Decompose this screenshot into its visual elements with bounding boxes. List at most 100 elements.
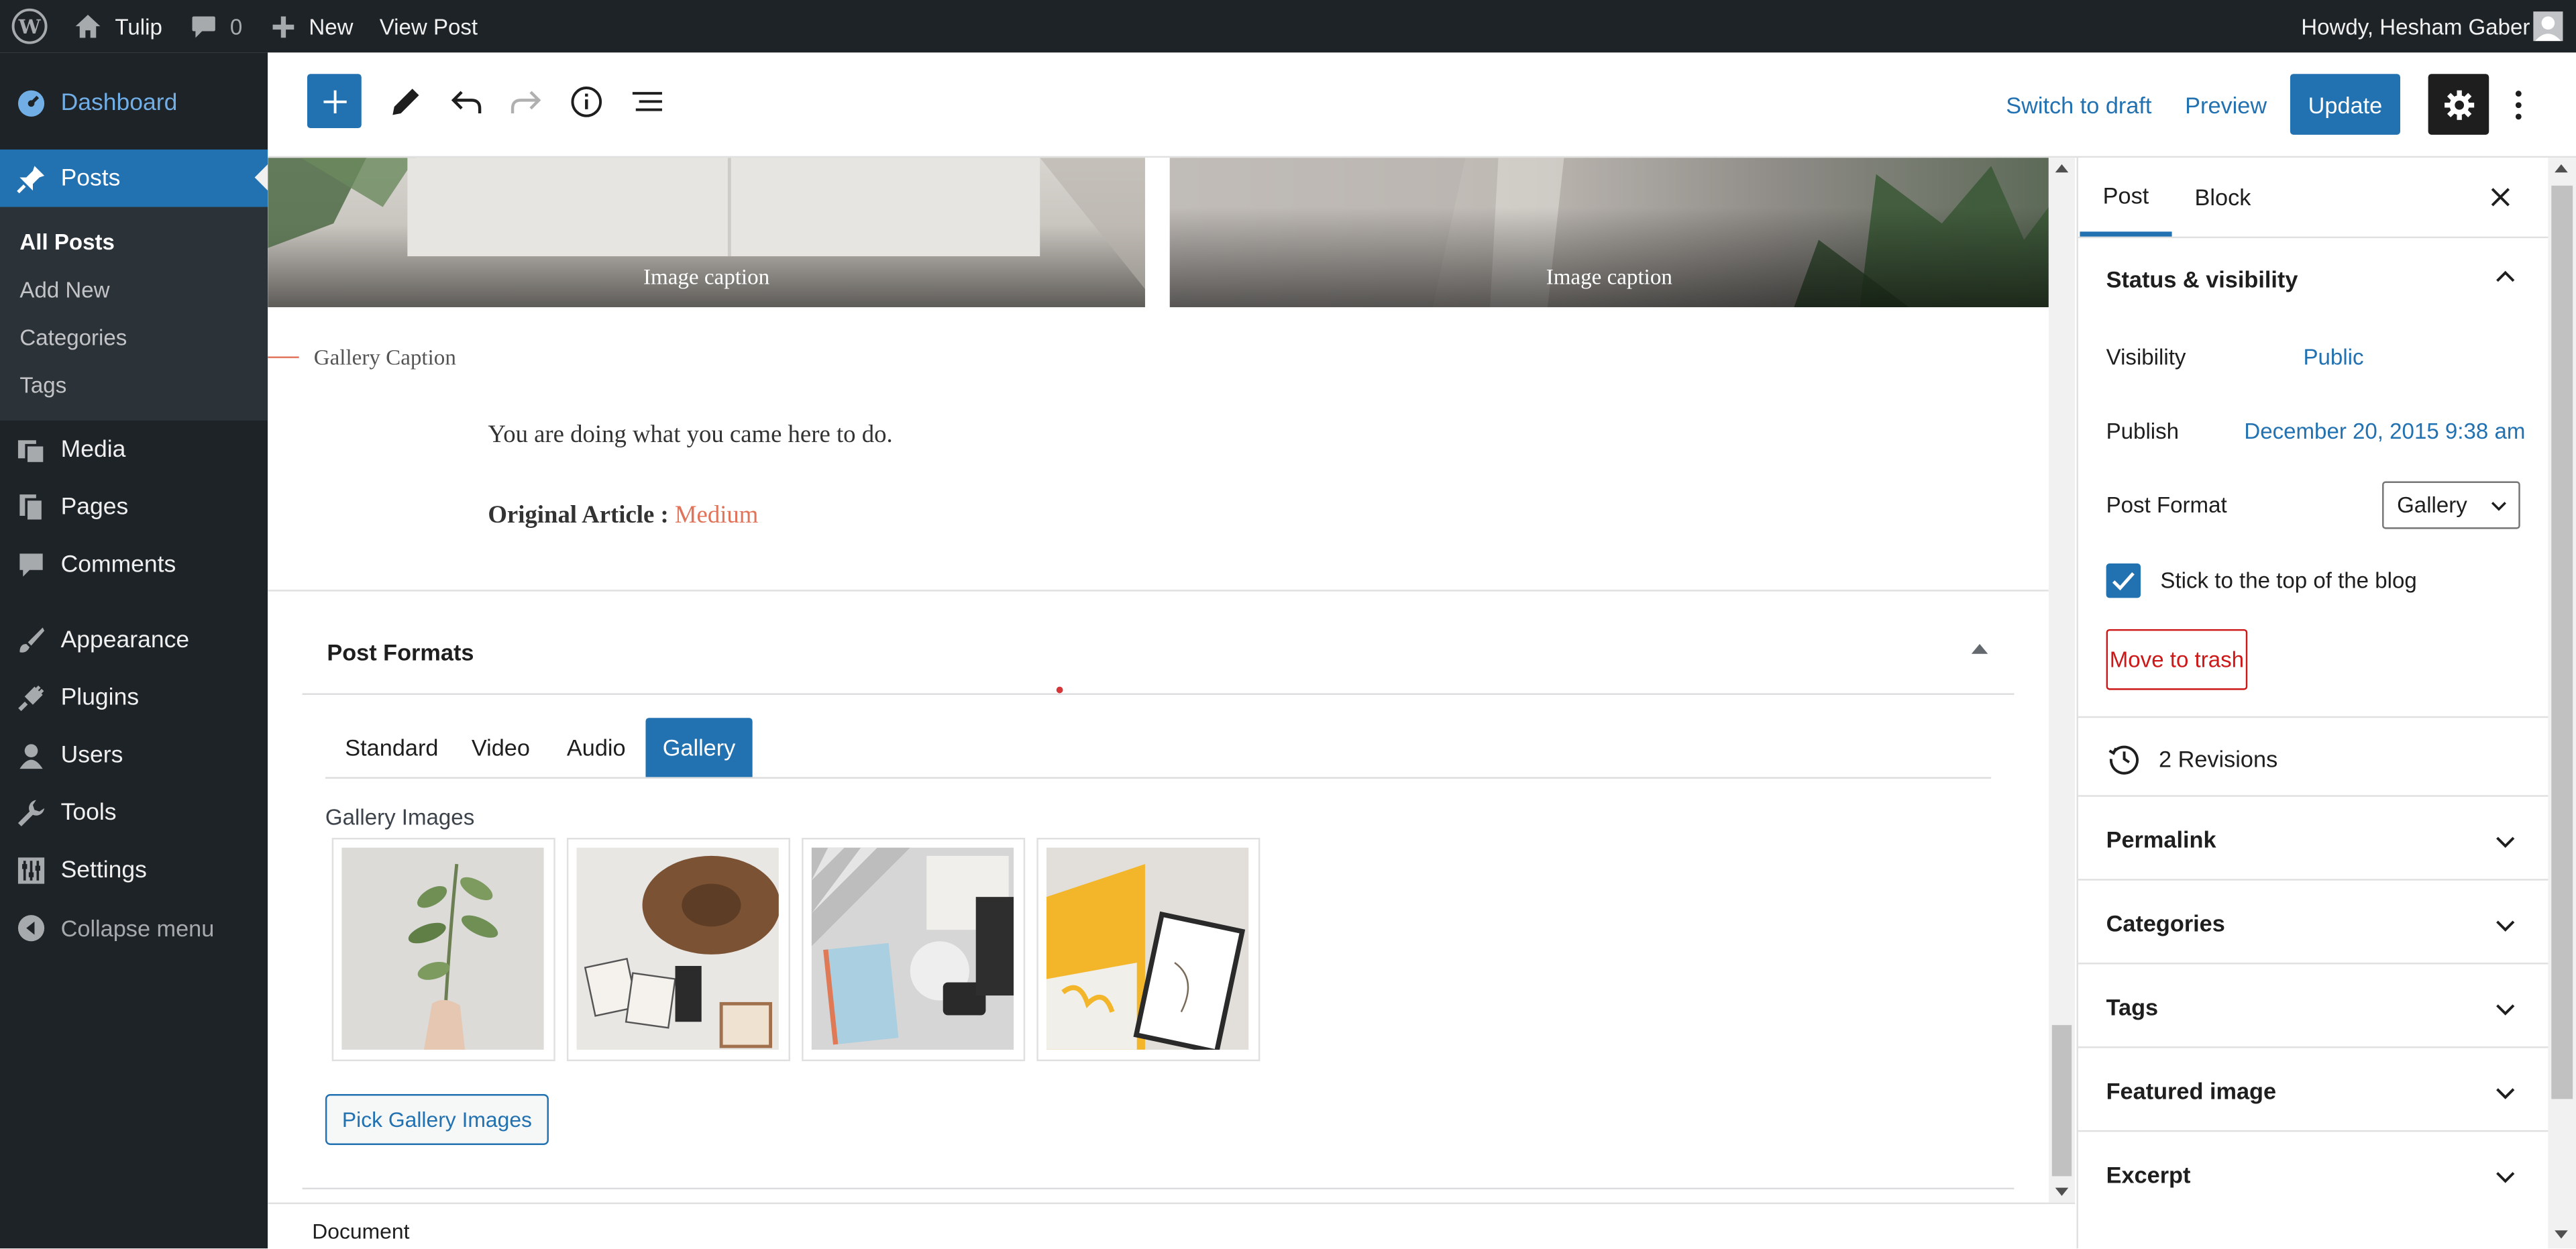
content-divider bbox=[268, 590, 2049, 592]
scroll-thumb[interactable] bbox=[2051, 1025, 2072, 1177]
wrench-icon bbox=[16, 798, 46, 828]
submenu-all-posts[interactable]: All Posts bbox=[19, 230, 114, 255]
new-content-link[interactable]: New bbox=[272, 0, 354, 52]
collapse-menu-button[interactable]: Collapse menu bbox=[0, 900, 268, 956]
publish-date[interactable]: December 20, 2015 9:38 am bbox=[2244, 419, 2525, 443]
post-format-select[interactable]: Gallery bbox=[2382, 481, 2520, 529]
more-options-button[interactable] bbox=[2502, 74, 2535, 135]
image-caption[interactable]: Image caption bbox=[268, 264, 1145, 290]
gallery-images-label: Gallery Images bbox=[325, 805, 475, 830]
settings-sidebar: Post Block Status & visibility Visibilit… bbox=[2076, 158, 2550, 1249]
format-tabs: Standard Video Audio Gallery bbox=[325, 718, 1992, 779]
block-breadcrumb-bar: Document bbox=[268, 1202, 2076, 1249]
metabox-bottom-divider bbox=[302, 1187, 2015, 1190]
metabox-toggle-arrow-icon[interactable] bbox=[1971, 644, 1988, 654]
tools-edit-button[interactable] bbox=[383, 74, 429, 128]
avatar[interactable] bbox=[2533, 11, 2563, 42]
tags-panel[interactable]: Tags bbox=[2078, 963, 2550, 1048]
add-block-button[interactable] bbox=[307, 74, 362, 129]
chevron-down-icon bbox=[2496, 1172, 2515, 1183]
menu-item-plugins[interactable]: Plugins bbox=[0, 670, 268, 726]
status-visibility-title[interactable]: Status & visibility bbox=[2106, 266, 2298, 292]
switch-to-draft-button[interactable]: Switch to draft bbox=[2006, 92, 2151, 118]
menu-item-pages[interactable]: Pages bbox=[0, 480, 268, 535]
media-icon bbox=[16, 435, 46, 465]
permalink-panel[interactable]: Permalink bbox=[2078, 795, 2550, 880]
image-caption[interactable]: Image caption bbox=[1170, 264, 2049, 290]
settings-toggle-button[interactable] bbox=[2428, 74, 2489, 135]
close-panel-button[interactable] bbox=[2487, 184, 2514, 210]
categories-panel[interactable]: Categories bbox=[2078, 879, 2550, 964]
sticky-label[interactable]: Stick to the top of the blog bbox=[2160, 568, 2416, 593]
new-label: New bbox=[309, 13, 354, 39]
pick-gallery-images-button[interactable]: Pick Gallery Images bbox=[325, 1094, 549, 1145]
revisions-panel[interactable]: 2 Revisions bbox=[2078, 716, 2550, 797]
menu-item-tools[interactable]: Tools bbox=[0, 785, 268, 841]
preview-button[interactable]: Preview bbox=[2185, 92, 2267, 118]
post-formats-title[interactable]: Post Formats bbox=[327, 639, 474, 665]
pencil-icon bbox=[392, 88, 419, 115]
plus-icon bbox=[272, 15, 294, 38]
excerpt-panel[interactable]: Excerpt bbox=[2078, 1130, 2550, 1248]
featured-image-panel[interactable]: Featured image bbox=[2078, 1046, 2550, 1132]
wordpress-logo-icon[interactable]: W bbox=[11, 0, 48, 52]
settings-panel-scrollbar[interactable] bbox=[2548, 158, 2576, 1249]
comments-link[interactable]: 0 bbox=[191, 0, 242, 52]
menu-item-media[interactable]: Media bbox=[0, 422, 268, 478]
submenu-tags[interactable]: Tags bbox=[19, 373, 66, 398]
gallery-thumb[interactable] bbox=[566, 837, 790, 1062]
submenu-add-new[interactable]: Add New bbox=[19, 278, 109, 303]
gallery-block-image-2[interactable]: Image caption bbox=[1169, 158, 2049, 307]
tab-gallery[interactable]: Gallery bbox=[645, 718, 753, 777]
medium-link[interactable]: Medium bbox=[675, 502, 759, 529]
content-scrollbar[interactable] bbox=[2048, 158, 2076, 1203]
menu-item-dashboard[interactable]: Dashboard bbox=[0, 76, 268, 131]
tab-post[interactable]: Post bbox=[2080, 158, 2172, 237]
undo-button[interactable] bbox=[443, 74, 490, 128]
admin-bar: W Tulip 0 New View Post Howdy, Hesham Ga… bbox=[0, 0, 2576, 53]
scroll-up-arrow-icon[interactable] bbox=[2055, 164, 2069, 173]
scroll-thumb[interactable] bbox=[2551, 185, 2573, 1099]
site-home-link[interactable]: Tulip bbox=[74, 0, 162, 52]
list-view-icon bbox=[632, 91, 662, 111]
comments-icon bbox=[16, 550, 46, 580]
visibility-value[interactable]: Public bbox=[2303, 345, 2363, 370]
paintbrush-icon bbox=[16, 626, 46, 655]
move-to-trash-button[interactable]: Move to trash bbox=[2106, 629, 2248, 690]
redo-button[interactable] bbox=[502, 74, 549, 128]
gallery-thumb[interactable] bbox=[802, 837, 1026, 1062]
submenu-categories[interactable]: Categories bbox=[19, 325, 127, 350]
tab-audio[interactable]: Audio bbox=[567, 735, 626, 761]
view-post-link[interactable]: View Post bbox=[380, 0, 478, 52]
gallery-thumb[interactable] bbox=[331, 837, 555, 1062]
breadcrumb-document[interactable]: Document bbox=[312, 1219, 409, 1244]
chevron-up-icon[interactable] bbox=[2494, 266, 2517, 289]
details-button[interactable] bbox=[564, 74, 610, 128]
tab-block[interactable]: Block bbox=[2177, 158, 2269, 237]
gallery-caption[interactable]: Gallery Caption bbox=[314, 345, 456, 371]
gallery-thumb[interactable] bbox=[1036, 837, 1260, 1062]
menu-item-posts[interactable]: Posts bbox=[0, 149, 268, 207]
list-view-button[interactable] bbox=[625, 74, 671, 128]
menu-item-comments[interactable]: Comments bbox=[0, 537, 268, 593]
chevron-down-icon bbox=[2496, 1004, 2515, 1016]
scroll-up-arrow-icon[interactable] bbox=[2555, 164, 2568, 173]
sticky-checkbox[interactable] bbox=[2106, 563, 2141, 598]
scroll-down-arrow-icon[interactable] bbox=[2055, 1187, 2069, 1196]
editor-canvas: Image caption Image caption Gallery Capt… bbox=[268, 158, 2049, 1203]
collapse-arrow-icon bbox=[16, 914, 46, 943]
scroll-down-arrow-icon[interactable] bbox=[2555, 1230, 2568, 1239]
chevron-down-icon bbox=[2496, 836, 2515, 849]
plugin-icon bbox=[16, 684, 46, 713]
gallery-block-image-1[interactable]: Image caption bbox=[268, 158, 1145, 307]
original-article-paragraph[interactable]: Original Article : Medium bbox=[488, 502, 758, 531]
menu-item-users[interactable]: Users bbox=[0, 728, 268, 783]
tab-standard[interactable]: Standard bbox=[345, 735, 438, 761]
menu-item-settings[interactable]: Settings bbox=[0, 843, 268, 898]
caption-dash bbox=[268, 356, 299, 358]
update-button[interactable]: Update bbox=[2290, 74, 2400, 135]
paragraph-block[interactable]: You are doing what you came here to do. bbox=[488, 422, 892, 450]
revisions-link[interactable]: 2 Revisions bbox=[2159, 746, 2277, 772]
tab-video[interactable]: Video bbox=[472, 735, 530, 761]
menu-item-appearance[interactable]: Appearance bbox=[0, 612, 268, 668]
